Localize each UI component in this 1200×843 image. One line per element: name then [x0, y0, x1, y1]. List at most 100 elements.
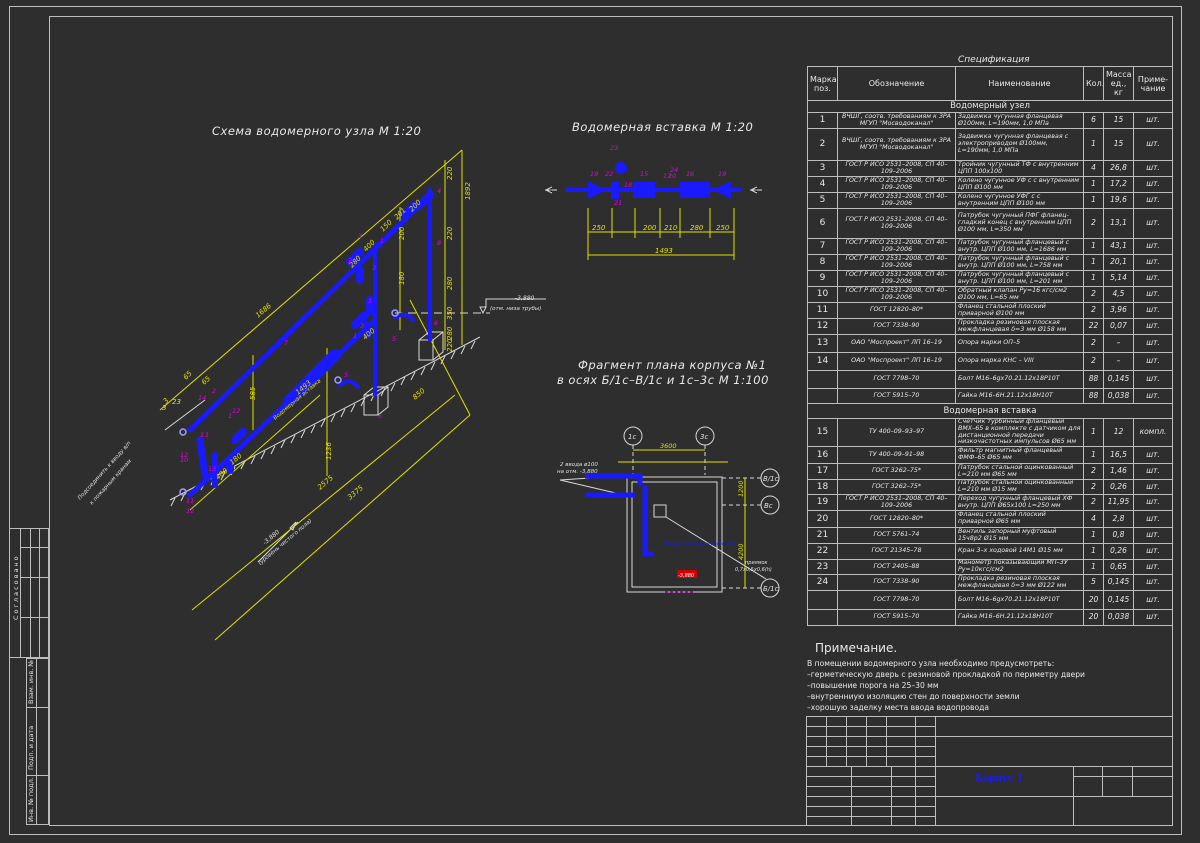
insert-position-label: 20: [668, 172, 676, 180]
spec-row: 12 ГОСТ 7338–90 Прокладка резиновая плоска…: [807, 318, 1173, 335]
spec-row: ГОСТ 7798–70 Болт М16–6gх70.21.12х18Р10Т 8…: [807, 370, 1173, 389]
position-label: 4: [437, 187, 441, 195]
spec-name: Кран 3–х ходовой 14М1 Ø15 мм: [955, 543, 1084, 561]
spec-mass: 26,8: [1103, 160, 1134, 177]
spec-designation: ГОСТ Р ИСО 2531–2008, СП 40–109–2006: [837, 286, 956, 303]
spec-row: 1 ВЧШГ, соотв. требованиям к ЗРА МГУП "Мо…: [807, 112, 1173, 129]
position-label: 1: [353, 332, 357, 340]
spec-row: 5 ГОСТ Р ИСО 2531–2008, СП 40–109–2006 Кол…: [807, 192, 1173, 209]
insert-position-label: 15: [640, 170, 648, 178]
spec-row: ГОСТ 7798–70 Болт М16–6gх70.21.12х18Р10Т 2…: [807, 590, 1173, 611]
grid-axis-label: Вс: [764, 502, 773, 510]
spec-designation: ГОСТ 3262–75*: [837, 463, 956, 481]
position-label: 14: [198, 394, 206, 402]
pit-note: 0,7х0,5х0,6(h): [735, 567, 772, 573]
spec-mass: 11,95: [1103, 494, 1134, 512]
spec-note: шт.: [1133, 574, 1173, 592]
spec-title: Спецификация: [958, 55, 1030, 65]
spec-note: шт.: [1133, 112, 1173, 129]
spec-name: Патрубок стальной оцинкованный L=210 мм …: [955, 479, 1084, 496]
spec-note: шт.: [1133, 527, 1173, 545]
spec-pos: 8: [807, 254, 838, 271]
spec-designation: ГОСТ 12820–80*: [837, 510, 956, 529]
grid-axis-label: 1с: [628, 433, 636, 441]
position-label: 8: [437, 239, 441, 247]
plan-dimension: 4200: [737, 543, 745, 560]
spec-qty: 2: [1083, 208, 1104, 239]
spec-pos: 1: [807, 112, 838, 129]
spec-designation: ГОСТ 2405–88: [837, 559, 956, 576]
spec-qty: 88: [1083, 370, 1104, 389]
position-label: 6: [434, 319, 438, 327]
spec-mass: 2,8: [1103, 510, 1134, 529]
spec-designation: ВЧШГ, соотв. требованиям к ЗРА МГУП "Мос…: [837, 112, 956, 129]
spec-note: шт.: [1133, 270, 1173, 287]
scheme-dimension: 3: [162, 404, 166, 412]
spec-mass: 15: [1103, 128, 1134, 161]
spec-qty: 6: [1083, 112, 1104, 129]
spec-name: Патрубок чугунный фланцевый с внутр. ЦПП…: [955, 270, 1084, 287]
spec-name: Задвижка чугунная фланцевая Ø100мм, L=19…: [955, 112, 1084, 129]
spec-qty: 2: [1083, 494, 1104, 512]
position-label: 12: [186, 507, 194, 515]
spec-mass: 1,46: [1103, 463, 1134, 481]
spec-qty: 2: [1083, 286, 1104, 303]
spec-note: шт.: [1133, 334, 1173, 353]
spec-section-title: Водомерный узел: [807, 100, 1173, 113]
spec-name: Вентиль запорный муфтовый 15ч8р2 Ø15 мм: [955, 527, 1084, 545]
spec-pos: 10: [807, 286, 838, 303]
spec-row: 11 ГОСТ 12820–80* Фланец стальной плоский …: [807, 302, 1173, 319]
spec-qty: 5: [1083, 574, 1104, 592]
spec-section-row: Водомерный узел: [807, 100, 1173, 113]
grid-axis-label: Б/1с: [763, 585, 779, 593]
spec-note: шт.: [1133, 286, 1173, 303]
spec-designation: ГОСТ 3262–75*: [837, 479, 956, 496]
spec-pos: [807, 388, 838, 404]
spec-designation: ГОСТ 12820–80*: [837, 302, 956, 319]
note-line: –герметическую дверь с резиновой проклад…: [807, 670, 1085, 679]
spec-row: 21 ГОСТ 5761–74 Вентиль запорный муфтовый …: [807, 527, 1173, 545]
spec-qty: 20: [1083, 590, 1104, 611]
spec-note: шт.: [1133, 192, 1173, 209]
spec-mass: –: [1103, 334, 1134, 353]
room-label: Помещение водомерного узла: [664, 541, 737, 547]
spec-designation: ВЧШГ, соотв. требованиям к ЗРА МГУП "Мос…: [837, 128, 956, 161]
header-qty: Кол.: [1083, 66, 1104, 101]
spec-qty: 2: [1083, 479, 1104, 496]
spec-name: Манометр показывающий МП–3У Ру=10кгс/см2: [955, 559, 1084, 576]
position-label: 3: [360, 322, 364, 330]
spec-header-row: Марка, поз. Обозначение Наименование Кол. Ма…: [807, 66, 1173, 101]
spec-note: шт.: [1133, 388, 1173, 404]
spec-name: Гайка М16–6Н.21.12х18Н10Т: [955, 388, 1084, 404]
spec-mass: 4,5: [1103, 286, 1134, 303]
header-designation: Обозначение: [837, 66, 956, 101]
spec-qty: 1: [1083, 417, 1104, 448]
spec-designation: ОАО "Моспроект" ЛП 16–19: [837, 334, 956, 353]
spec-designation: ГОСТ Р ИСО 2531–2008, СП 40–109–2006: [837, 160, 956, 177]
spec-pos: 2: [807, 128, 838, 161]
spec-mass: 0,038: [1103, 388, 1134, 404]
spec-name: Задвижка чугунная фланцевая с электропри…: [955, 128, 1084, 161]
spec-name: Прокладка резиновая плоская межфланцевая…: [955, 318, 1084, 335]
spec-mass: 0,038: [1103, 609, 1134, 627]
spec-row: 15 ТУ 400–09–93–97 Счетчик турбинный фланц…: [807, 417, 1173, 448]
spec-name: Патрубок чугунный ПФГ фланец-гладкий кон…: [955, 208, 1084, 239]
spec-qty: 2: [1083, 352, 1104, 371]
spec-designation: ГОСТ 5915–70: [837, 609, 956, 627]
spec-note: компл.: [1133, 417, 1173, 448]
spec-pos: 9: [807, 270, 838, 287]
spec-pos: 16: [807, 446, 838, 465]
spec-pos: 22: [807, 543, 838, 561]
spec-row: 24 ГОСТ 7338–90 Прокладка резиновая плоска…: [807, 574, 1173, 592]
spec-designation: ГОСТ 7338–90: [837, 318, 956, 335]
spec-pos: 20: [807, 510, 838, 529]
scheme-dimension: 280: [446, 326, 454, 340]
position-label: 2: [212, 387, 216, 395]
spec-note: шт.: [1133, 302, 1173, 319]
inlet-note: 2 ввода ø100: [560, 462, 598, 468]
scheme-dimension: 65: [182, 369, 194, 381]
spec-mass: 15: [1103, 112, 1134, 129]
spec-row: 7 ГОСТ Р ИСО 2531–2008, СП 40–109–2006 Пат…: [807, 238, 1173, 255]
spec-mass: 20,1: [1103, 254, 1134, 271]
spec-qty: 1: [1083, 543, 1104, 561]
